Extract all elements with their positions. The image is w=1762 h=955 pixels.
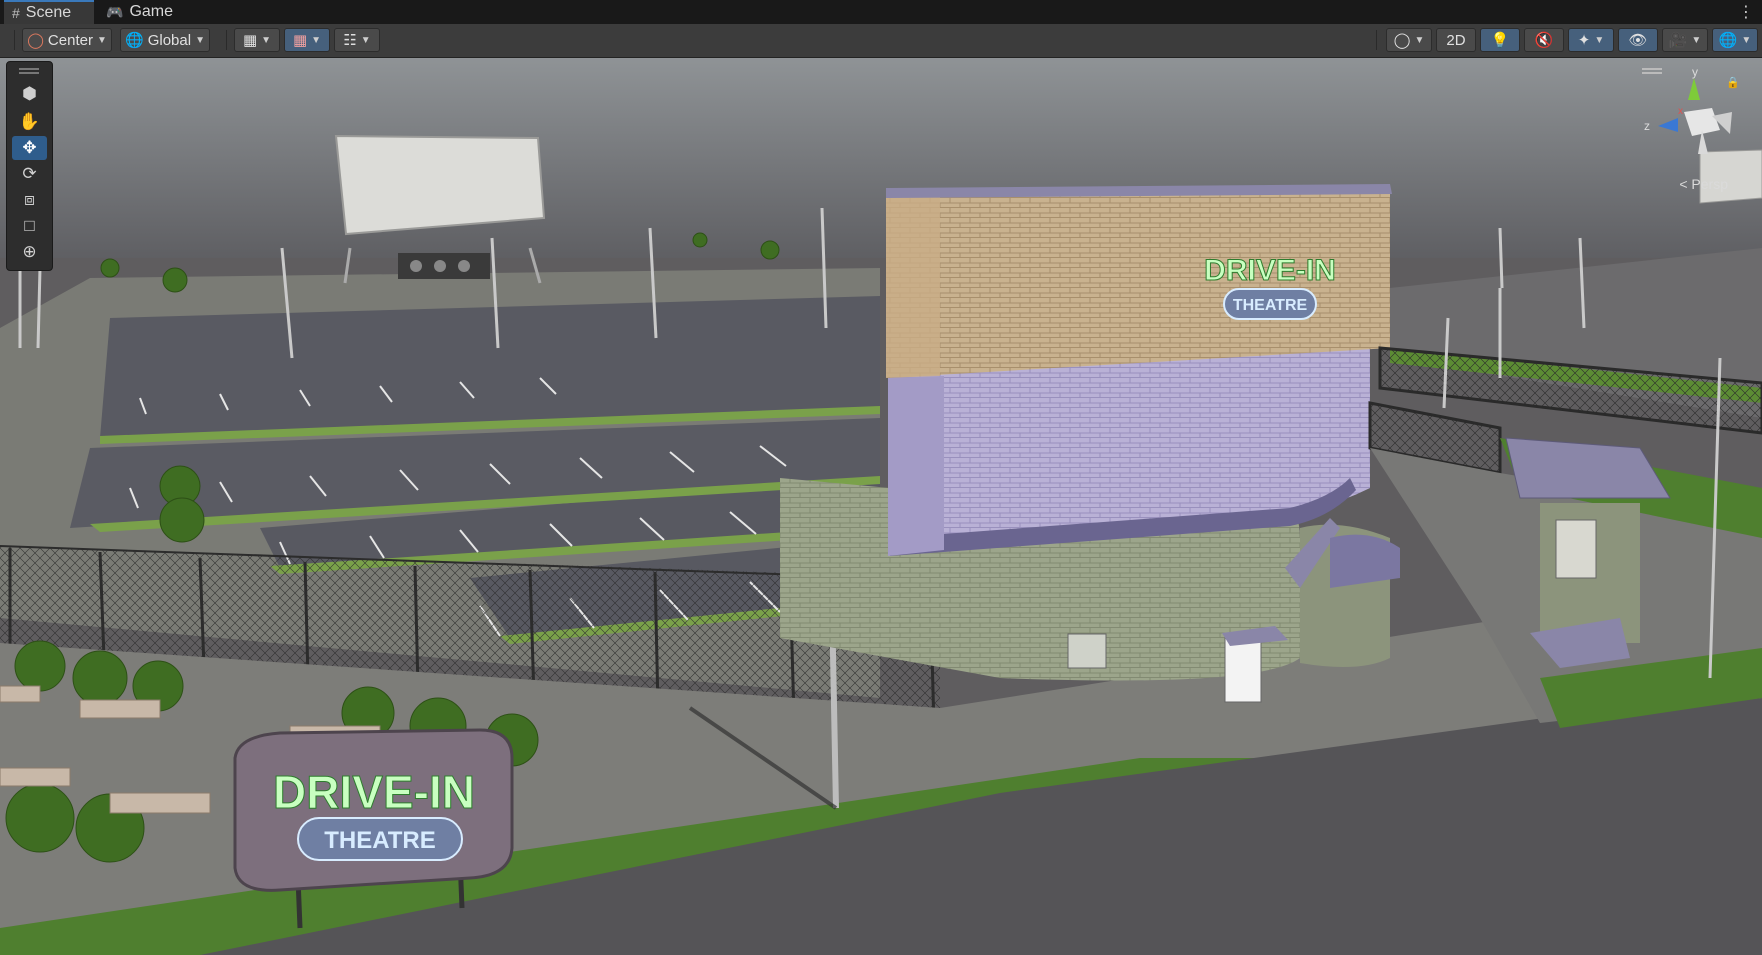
toolbar-separator <box>226 30 227 50</box>
sky <box>0 58 1762 278</box>
view-2d-toggle[interactable]: 2D <box>1436 28 1476 52</box>
shading-mode-dropdown[interactable]: ◯ ▼ <box>1386 28 1432 52</box>
tab-scene-label: Scene <box>25 4 72 21</box>
tab-game[interactable]: 🎮 Game <box>106 0 186 24</box>
scale-tool-button[interactable]: ⧈ <box>12 188 47 212</box>
eye-slash-icon: 👁 <box>1628 32 1648 49</box>
chevron-down-icon: ▼ <box>311 34 322 46</box>
move-tool-button[interactable]: ✥ <box>12 136 47 160</box>
pivot-space-label: Global <box>147 31 192 49</box>
building-sign-sub-text: THEATRE <box>1233 297 1308 314</box>
lightbulb-icon: 💡 <box>1490 32 1510 49</box>
grid-visibility-toggle[interactable]: ☷ ▼ <box>334 28 380 52</box>
shading-sphere-icon: ◯ <box>1393 32 1411 49</box>
axis-y-label: y <box>1692 68 1698 79</box>
chevron-down-icon: ▼ <box>1741 34 1752 46</box>
scene-render: DRIVE-IN THEATRE DRIVE-IN THEATRE <box>0 58 1762 955</box>
transform-icon: ⊕ <box>22 242 37 261</box>
gizmos-dropdown[interactable]: 🌐 ▼ <box>1712 28 1758 52</box>
cube-icon: ⬢ <box>22 84 37 103</box>
rect-tool-button[interactable]: □ <box>12 214 47 238</box>
pivot-space-dropdown[interactable]: 🌐 Global ▼ <box>120 28 210 52</box>
axis-z-label: z <box>1644 119 1650 133</box>
scale-icon: ⧈ <box>24 190 35 209</box>
transform-tool-button[interactable]: ⊕ <box>12 240 47 264</box>
lighting-toggle[interactable]: 💡 <box>1480 28 1520 52</box>
gizmo-globe-icon: 🌐 <box>1718 32 1738 49</box>
chevron-down-icon: ▼ <box>1594 34 1605 46</box>
pivot-mode-label: Center <box>47 31 93 49</box>
drag-handle[interactable] <box>19 68 39 70</box>
sign-sub-text: THEATRE <box>324 827 436 854</box>
axis-x-label: x <box>1678 106 1683 117</box>
sign-main-text: DRIVE-IN <box>273 766 475 818</box>
rect-icon: □ <box>24 216 35 235</box>
toolbar-separator <box>14 30 15 50</box>
more-menu-icon[interactable]: ⋮ <box>1738 2 1754 22</box>
chevron-down-icon: ▼ <box>96 34 107 46</box>
grid-visibility-icon: ☷ <box>343 32 357 49</box>
chevron-down-icon: ▼ <box>1691 34 1702 46</box>
chevron-down-icon: ▼ <box>261 34 272 46</box>
rotate-icon: ⟳ <box>22 164 37 183</box>
audio-toggle[interactable]: 🔇 <box>1524 28 1564 52</box>
globe-icon: 🌐 <box>125 32 144 49</box>
tab-bar: # Scene 🎮 Game ⋮ <box>0 0 1762 25</box>
hand-icon: ✋ <box>18 112 41 131</box>
pivot-icon: ◯ <box>27 32 44 49</box>
snap-icon: ▦ <box>292 32 308 49</box>
scene-visibility-toggle[interactable]: 👁 <box>1618 28 1658 52</box>
increment-snap-toggle[interactable]: ▦ ▼ <box>284 28 330 52</box>
effects-dropdown[interactable]: ✦ ▼ <box>1568 28 1614 52</box>
tools-overlay: ⬢ ✋ ✥ ⟳ ⧈ □ ⊕ <box>6 61 53 271</box>
mute-icon: 🔇 <box>1534 32 1554 49</box>
camera-icon: 🎥 <box>1668 32 1688 49</box>
perspective-label[interactable]: < Persp <box>1679 176 1728 192</box>
grid-snap-icon: ▦ <box>242 32 258 49</box>
grid-snap-toggle[interactable]: ▦ ▼ <box>234 28 280 52</box>
move-icon: ✥ <box>22 138 37 157</box>
building-sign-main-text: DRIVE-IN <box>1204 254 1336 287</box>
toolbar-separator <box>1376 30 1377 50</box>
pivot-mode-dropdown[interactable]: ◯ Center ▼ <box>22 28 112 52</box>
tab-game-label: Game <box>129 3 174 20</box>
scene-viewport[interactable]: DRIVE-IN THEATRE DRIVE-IN THEATRE <box>0 58 1762 955</box>
chevron-down-icon: ▼ <box>195 34 205 46</box>
tab-scene[interactable]: # Scene <box>4 0 94 24</box>
effects-icon: ✦ <box>1577 32 1591 49</box>
gamepad-icon: 🎮 <box>106 3 124 20</box>
y-axis-cone <box>1688 78 1700 100</box>
hand-tool-button[interactable]: ✋ <box>12 110 47 134</box>
view-tool-button[interactable]: ⬢ <box>12 82 47 106</box>
scene-toolbar: ◯ Center ▼ 🌐 Global ▼ ▦ ▼ ▦ ▼ ☷ ▼ ◯ ▼ 2D… <box>0 24 1762 58</box>
view-2d-label: 2D <box>1446 31 1466 49</box>
chevron-down-icon: ▼ <box>1414 34 1425 46</box>
chevron-down-icon: ▼ <box>360 34 371 46</box>
camera-settings-dropdown[interactable]: 🎥 ▼ <box>1662 28 1708 52</box>
grid-icon: # <box>12 5 20 21</box>
rotate-tool-button[interactable]: ⟳ <box>12 162 47 186</box>
z-axis-cone <box>1658 118 1678 132</box>
